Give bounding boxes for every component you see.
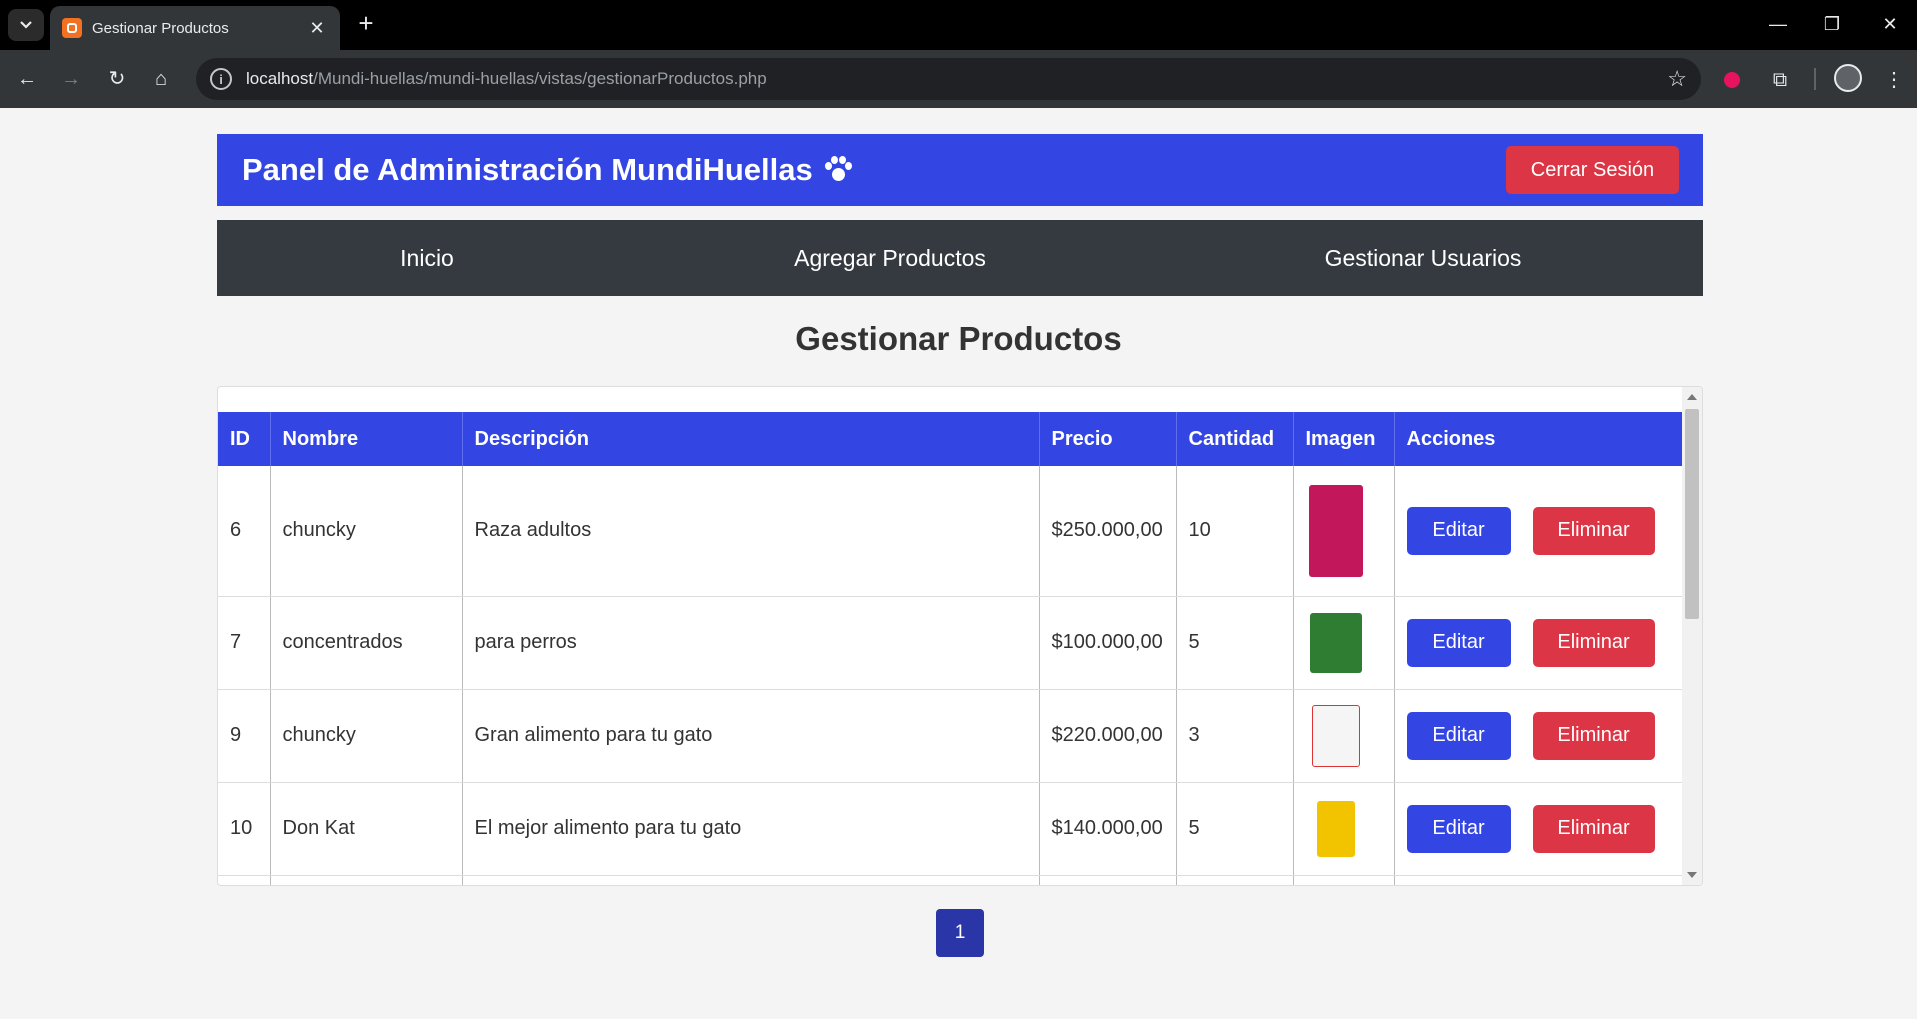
cell-id: 9 xyxy=(218,689,271,783)
scroll-thumb[interactable] xyxy=(1685,409,1699,619)
toolbar-divider xyxy=(1814,68,1816,90)
page-content: Panel de Administración MundiHuellas Cer… xyxy=(0,108,1917,1019)
tab-title: Gestionar Productos xyxy=(92,19,229,37)
reload-icon[interactable]: ↻ xyxy=(102,64,132,94)
product-image xyxy=(1306,483,1366,579)
cell-precio: $100.000,00 xyxy=(1039,596,1177,690)
cell-id: 6 xyxy=(218,466,271,597)
table-row: 6 chuncky Raza adultos $250.000,00 10 Ed… xyxy=(218,466,1684,597)
product-image xyxy=(1306,610,1366,676)
products-table: ID Nombre Descripción Precio Cantidad Im… xyxy=(218,412,1684,885)
col-header-descripcion: Descripción xyxy=(462,412,1040,466)
paw-icon xyxy=(823,155,853,185)
delete-button[interactable]: Eliminar xyxy=(1532,711,1655,760)
url-text: localhost/Mundi-huellas/mundi-huellas/vi… xyxy=(246,69,767,88)
cell-cantidad: 5 xyxy=(1176,596,1294,690)
cell-acciones: Editar Eliminar xyxy=(1394,466,1684,597)
col-header-cantidad: Cantidad xyxy=(1176,412,1294,466)
table-row: 10 Don Kat El mejor alimento para tu gat… xyxy=(218,782,1684,876)
cell-nombre: chuncky xyxy=(270,689,463,783)
cell-acciones: Editar Eliminar xyxy=(1394,782,1684,876)
profile-avatar[interactable] xyxy=(1834,64,1862,92)
browser-tabbar: Gestionar Productos ✕ + — ❐ ✕ xyxy=(0,0,1917,50)
cell-precio: $140.000,00 xyxy=(1039,782,1177,876)
cell-id: 10 xyxy=(218,782,271,876)
xampp-favicon-icon xyxy=(62,18,82,38)
cell-cantidad: 10 xyxy=(1176,466,1294,597)
cell-precio: $250.000,00 xyxy=(1039,466,1177,597)
cell-descripcion: para perros xyxy=(462,596,1040,690)
edit-button[interactable]: Editar xyxy=(1406,506,1511,555)
cell-cantidad: 5 xyxy=(1176,782,1294,876)
new-tab-button[interactable]: + xyxy=(352,10,380,38)
menu-kebab-icon[interactable]: ⋮ xyxy=(1880,66,1908,94)
table-row-partial xyxy=(218,875,1684,885)
cell-imagen xyxy=(1293,596,1395,690)
cell-descripcion: El mejor alimento para tu gato xyxy=(462,782,1040,876)
cell-imagen xyxy=(1293,782,1395,876)
extension-icon[interactable] xyxy=(1724,72,1740,88)
admin-header: Panel de Administración MundiHuellas Cer… xyxy=(217,134,1703,206)
chevron-down-icon xyxy=(20,21,32,29)
delete-button[interactable]: Eliminar xyxy=(1532,804,1655,853)
col-header-acciones: Acciones xyxy=(1394,412,1684,466)
tab-close-icon[interactable]: ✕ xyxy=(306,18,328,39)
back-arrow-icon[interactable]: ← xyxy=(12,64,42,94)
table-header-row: ID Nombre Descripción Precio Cantidad Im… xyxy=(218,412,1684,466)
address-bar[interactable]: i localhost/Mundi-huellas/mundi-huellas/… xyxy=(196,58,1701,100)
cell-nombre: Don Kat xyxy=(270,782,463,876)
tab-search-button[interactable] xyxy=(8,9,44,41)
cell-acciones: Editar Eliminar xyxy=(1394,689,1684,783)
cell-descripcion: Raza adultos xyxy=(462,466,1040,597)
col-header-precio: Precio xyxy=(1039,412,1177,466)
table-scrollbar[interactable] xyxy=(1682,387,1702,885)
header-title: Panel de Administración MundiHuellas xyxy=(242,152,853,188)
pagination-page-button[interactable]: 1 xyxy=(936,909,984,957)
logout-button[interactable]: Cerrar Sesión xyxy=(1506,146,1679,194)
edit-button[interactable]: Editar xyxy=(1406,711,1511,760)
minimize-icon[interactable]: — xyxy=(1758,10,1798,38)
scroll-down-arrow-icon[interactable] xyxy=(1687,872,1697,878)
edit-button[interactable]: Editar xyxy=(1406,618,1511,667)
browser-toolbar: ← → ↻ ⌂ i localhost/Mundi-huellas/mundi-… xyxy=(0,50,1917,108)
col-header-imagen: Imagen xyxy=(1293,412,1395,466)
bookmark-star-icon[interactable]: ☆ xyxy=(1667,66,1687,92)
nav-item-agregar-productos[interactable]: Agregar Productos xyxy=(794,220,986,296)
product-image xyxy=(1306,796,1366,862)
forward-arrow-icon[interactable]: → xyxy=(56,64,86,94)
table-row: 9 chuncky Gran alimento para tu gato $22… xyxy=(218,689,1684,783)
delete-button[interactable]: Eliminar xyxy=(1532,506,1655,555)
nav-item-inicio[interactable]: Inicio xyxy=(400,220,454,296)
main-nav: Inicio Agregar Productos Gestionar Usuar… xyxy=(217,220,1703,296)
cell-imagen xyxy=(1293,466,1395,597)
delete-button[interactable]: Eliminar xyxy=(1532,618,1655,667)
col-header-nombre: Nombre xyxy=(270,412,463,466)
site-info-icon[interactable]: i xyxy=(210,68,232,90)
cell-id: 7 xyxy=(218,596,271,690)
cell-imagen xyxy=(1293,689,1395,783)
page-title: Gestionar Productos xyxy=(795,320,1122,357)
scroll-up-arrow-icon[interactable] xyxy=(1687,394,1697,400)
cell-acciones: Editar Eliminar xyxy=(1394,596,1684,690)
browser-tab[interactable]: Gestionar Productos ✕ xyxy=(50,6,340,50)
product-image xyxy=(1306,703,1366,769)
cell-nombre: chuncky xyxy=(270,466,463,597)
nav-item-gestionar-usuarios[interactable]: Gestionar Usuarios xyxy=(1325,220,1522,296)
cell-precio: $220.000,00 xyxy=(1039,689,1177,783)
table-row: 7 concentrados para perros $100.000,00 5… xyxy=(218,596,1684,690)
products-table-container[interactable]: ID Nombre Descripción Precio Cantidad Im… xyxy=(217,386,1703,886)
restore-icon[interactable]: ❐ xyxy=(1812,10,1852,38)
col-header-id: ID xyxy=(218,412,271,466)
extensions-puzzle-icon[interactable]: ⧉ xyxy=(1766,66,1794,94)
home-icon[interactable]: ⌂ xyxy=(146,64,176,94)
cell-nombre: concentrados xyxy=(270,596,463,690)
window-close-icon[interactable]: ✕ xyxy=(1870,10,1910,38)
edit-button[interactable]: Editar xyxy=(1406,804,1511,853)
cell-descripcion: Gran alimento para tu gato xyxy=(462,689,1040,783)
cell-cantidad: 3 xyxy=(1176,689,1294,783)
